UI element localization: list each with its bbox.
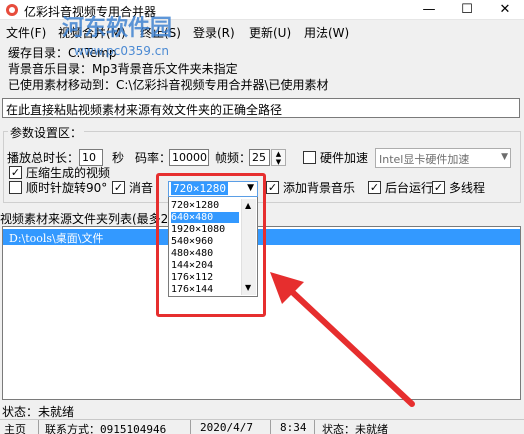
close-button[interactable]: ✕ <box>486 0 524 20</box>
minimize-button[interactable]: — <box>410 0 448 20</box>
statusbar-divider <box>190 420 191 434</box>
moved-to-text: 已使用素材移动到：C:\亿彩抖音视频专用合并器\已使用素材 <box>8 78 329 92</box>
statusbar-state: 状态：未就绪 <box>322 423 388 434</box>
fps-label: 帧频： <box>215 151 252 165</box>
annotation-highlight-box <box>156 173 266 317</box>
statusbar-page: 主页 <box>4 423 26 434</box>
menu-file[interactable]: 文件(F) <box>6 24 46 41</box>
statusbar-time: 8:34 <box>280 421 307 434</box>
rotate-checkbox[interactable] <box>9 181 22 194</box>
statusbar-divider <box>38 420 39 434</box>
music-dir-text: 背景音乐目录：Mp3背景音乐文件夹未指定 <box>8 62 238 76</box>
multithread-label: 多线程 <box>449 181 486 195</box>
source-list-label: 视频素材来源文件夹列表(最多2 <box>0 212 169 226</box>
multithread-checkbox[interactable]: ✓ <box>432 181 445 194</box>
menu-usage[interactable]: 用法(W) <box>304 24 349 41</box>
hw-accel-combo[interactable]: Intel显卡硬件加速 ▼ <box>375 148 511 168</box>
hw-accel-checkbox[interactable] <box>303 151 316 164</box>
watermark-url: www.pc0359.cn <box>74 44 169 58</box>
watermark-title: 河东软件园 <box>62 16 173 41</box>
statusbar-date: 2020/4/7 <box>200 421 253 434</box>
statusbar-contact: 联系方式：0915104946 <box>45 423 167 434</box>
annotation-arrow-icon <box>270 272 415 407</box>
menu-update[interactable]: 更新(U) <box>249 24 291 41</box>
background-run-checkbox[interactable]: ✓ <box>368 181 381 194</box>
app-icon <box>6 4 18 16</box>
compress-checkbox[interactable]: ✓ <box>9 166 22 179</box>
mute-label: 消音 <box>129 181 154 195</box>
bgm-label: 添加背景音乐 <box>283 181 356 195</box>
mute-checkbox[interactable]: ✓ <box>112 181 125 194</box>
chevron-down-icon: ▼ <box>501 152 508 162</box>
bgm-checkbox[interactable]: ✓ <box>266 181 279 194</box>
hw-accel-label: 硬件加速 <box>320 151 369 165</box>
statusbar-divider <box>314 420 315 434</box>
source-path-input[interactable]: 在此直接粘贴视频素材来源有效文件夹的正确全路径 <box>2 98 520 118</box>
param-group-legend: 参数设置区： <box>8 124 85 141</box>
hw-accel-combo-value: Intel显卡硬件加速 <box>379 153 470 166</box>
maximize-button[interactable]: ☐ <box>448 0 486 20</box>
fps-input[interactable]: 25 <box>249 149 270 166</box>
status-text: 状态：未就绪 <box>2 405 75 419</box>
statusbar-divider <box>270 420 271 434</box>
bitrate-label: 码率： <box>135 151 172 165</box>
bitrate-input[interactable]: 10000 <box>169 149 209 166</box>
seconds-label: 秒 <box>112 151 125 165</box>
menu-login[interactable]: 登录(R) <box>193 24 235 41</box>
background-run-label: 后台运行 <box>385 181 434 195</box>
rotate-label: 顺时针旋转90° <box>26 181 108 195</box>
fps-spinner[interactable]: ▲ ▼ <box>271 149 286 166</box>
